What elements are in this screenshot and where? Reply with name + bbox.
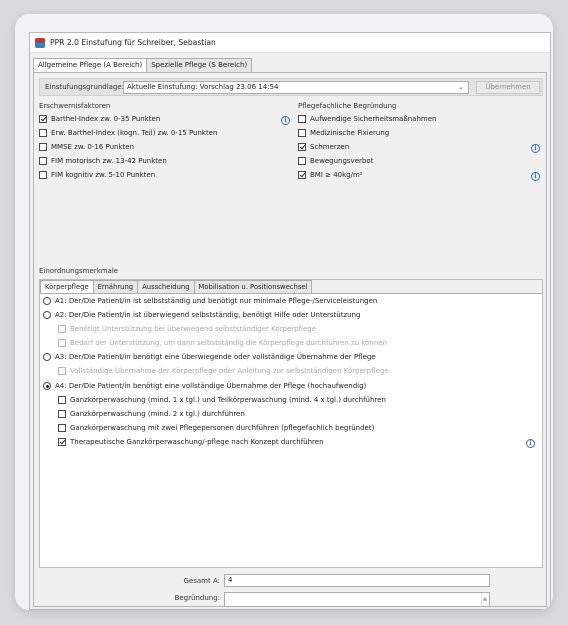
begr-schmerzen-label: Schmerzen [310, 143, 350, 151]
begr-bewegungsverbot-label: Bewegungsverbot [310, 157, 374, 165]
checkbox[interactable] [298, 129, 306, 137]
begruendung-fach-title: Pflegefachliche Begründung [298, 102, 397, 110]
grundlage-select[interactable]: Aktuelle Einstufung: Vorschlag 23.06 14:… [123, 81, 469, 94]
checkbox[interactable] [58, 410, 66, 418]
erschwernis-erw-barthel[interactable]: Erw. Barthel-Index (kogn. Teil) zw. 0-15… [39, 129, 217, 137]
option-a4-sub4-label: Therapeutische Ganzkörperwaschung/-pfleg… [70, 438, 324, 446]
scroll-up-icon[interactable]: ▲ [483, 594, 487, 605]
erschwernis-mmse-label: MMSE zw. 0-16 Punkten [51, 143, 135, 151]
erschwernis-barthel-label: Barthel-Index zw. 0-35 Punkten [51, 115, 161, 123]
begruendung-textarea[interactable]: ▲ [224, 592, 490, 607]
tab-ausscheidung[interactable]: Ausscheidung [137, 280, 195, 293]
checkbox[interactable] [39, 129, 47, 137]
erschwernis-erw-barthel-label: Erw. Barthel-Index (kogn. Teil) zw. 0-15… [51, 129, 218, 137]
radio-button[interactable] [43, 353, 51, 361]
info-icon[interactable]: i [531, 144, 540, 153]
checkbox[interactable] [58, 396, 66, 404]
koerperpflege-panel: A1: Der/Die Patient/in ist selbstständig… [40, 293, 542, 567]
einordnung-title: Einordnungsmerkmale [39, 267, 119, 275]
option-a3-sub1-label: Vollständige Übernahme der Körperpflege … [70, 367, 389, 375]
screenshot-card: PPR 2.0 Einstufung für Schreiber, Sebast… [15, 14, 553, 610]
begr-fixierung[interactable]: Medizinische Fixierung [298, 129, 389, 137]
grundlage-value: Aktuelle Einstufung: Vorschlag 23.06 14:… [127, 83, 279, 91]
option-a4[interactable]: A4: Der/Die Patient/in benötigt eine vol… [43, 382, 366, 390]
erschwernis-barthel[interactable]: Barthel-Index zw. 0-35 Punkten [39, 115, 160, 123]
option-a4-sub1-label: Ganzkörperwaschung (mind. 1 x tgl.) und … [70, 396, 386, 404]
begr-bmi-label: BMI ≥ 40kg/m² [310, 171, 363, 179]
erschwernis-fim-motorisch-label: FIM motorisch zw. 13-42 Punkten [51, 157, 167, 165]
tab-koerperpflege[interactable]: Körperpflege [40, 280, 94, 293]
begr-fixierung-label: Medizinische Fixierung [310, 129, 390, 137]
begr-bewegungsverbot[interactable]: Bewegungsverbot [298, 157, 373, 165]
info-icon[interactable]: i [526, 439, 535, 448]
option-a4-sub2-label: Ganzkörperwaschung (mind. 2 x tgl.) durc… [70, 410, 245, 418]
option-a1[interactable]: A1: Der/Die Patient/in ist selbstständig… [43, 297, 377, 305]
checkbox[interactable] [39, 115, 47, 123]
checkbox[interactable] [298, 115, 306, 123]
gesamt-label: Gesamt A: [183, 577, 220, 585]
checkbox[interactable] [39, 143, 47, 151]
checkbox[interactable] [39, 157, 47, 165]
option-a4-label: A4: Der/Die Patient/in benötigt eine vol… [55, 382, 367, 390]
option-a2-sub1: Benötigt Unterstützung bei überwiegend s… [58, 325, 316, 333]
checkbox[interactable] [298, 171, 306, 179]
checkbox[interactable] [39, 171, 47, 179]
erschwernis-fim-kognitiv-label: FIM kognitiv zw. 5-10 Punkten [51, 171, 156, 179]
info-icon[interactable]: i [281, 116, 290, 125]
window-title: PPR 2.0 Einstufung für Schreiber, Sebast… [50, 38, 216, 47]
option-a2-sub1-label: Benötigt Unterstützung bei überwiegend s… [70, 325, 317, 333]
uebernehmen-button[interactable]: Übernehmen [476, 81, 540, 94]
checkbox [58, 325, 66, 333]
tab-mobilisation[interactable]: Mobilisation u. Positionswechsel [193, 280, 313, 293]
gesamt-field[interactable]: 4 [224, 574, 490, 587]
info-icon[interactable]: i [531, 172, 540, 181]
app-logo-icon [35, 37, 45, 48]
erschwernis-fim-motorisch[interactable]: FIM motorisch zw. 13-42 Punkten [39, 157, 167, 165]
einordnung-tabs: Körperpflege Ernährung Ausscheidung Mobi… [40, 280, 313, 293]
tab-ernaehrung[interactable]: Ernährung [92, 280, 139, 293]
begr-schmerzen[interactable]: Schmerzen [298, 143, 349, 151]
option-a2-sub2: Bedarf der Unterstützung, um dann selbst… [58, 339, 387, 347]
chevron-down-icon[interactable]: ⌄ [458, 82, 464, 93]
option-a4-sub1[interactable]: Ganzkörperwaschung (mind. 1 x tgl.) und … [58, 396, 386, 404]
grundlage-row: Einstufungsgrundlage: Aktuelle Einstufun… [39, 78, 543, 96]
scrollbar[interactable]: ▲ [481, 593, 489, 606]
option-a2[interactable]: A2: Der/Die Patient/in ist überwiegend s… [43, 311, 360, 319]
radio-button[interactable] [43, 311, 51, 319]
erschwernis-fim-kognitiv[interactable]: FIM kognitiv zw. 5-10 Punkten [39, 171, 155, 179]
checkbox[interactable] [58, 424, 66, 432]
main-tabs: Allgemeine Pflege (A Bereich) Spezielle … [30, 53, 550, 73]
checkbox[interactable] [298, 157, 306, 165]
option-a2-sub2-label: Bedarf der Unterstützung, um dann selbst… [70, 339, 388, 347]
checkbox [58, 367, 66, 375]
tab-spezielle-pflege[interactable]: Spezielle Pflege (S Bereich) [146, 58, 253, 72]
begr-sicherheit-label: Aufwendige Sicherheitsmaßnahmen [310, 115, 437, 123]
option-a1-label: A1: Der/Die Patient/in ist selbstständig… [55, 297, 378, 305]
option-a3[interactable]: A3: Der/Die Patient/in benötigt eine übe… [43, 353, 376, 361]
option-a2-label: A2: Der/Die Patient/in ist überwiegend s… [55, 311, 361, 319]
option-a3-label: A3: Der/Die Patient/in benötigt eine übe… [55, 353, 376, 361]
einordnung-group: Körperpflege Ernährung Ausscheidung Mobi… [39, 279, 543, 568]
option-a3-sub1: Vollständige Übernahme der Körperpflege … [58, 367, 389, 375]
tab-panel-allgemeine-pflege: Einstufungsgrundlage: Aktuelle Einstufun… [33, 72, 547, 607]
begr-sicherheit[interactable]: Aufwendige Sicherheitsmaßnahmen [298, 115, 436, 123]
tab-allgemeine-pflege[interactable]: Allgemeine Pflege (A Bereich) [33, 58, 148, 73]
begr-bmi[interactable]: BMI ≥ 40kg/m² [298, 171, 363, 179]
checkbox[interactable] [58, 438, 66, 446]
erschwernis-mmse[interactable]: MMSE zw. 0-16 Punkten [39, 143, 134, 151]
option-a4-sub3-label: Ganzkörperwaschung mit zwei Pflegeperson… [70, 424, 375, 432]
radio-button[interactable] [43, 382, 51, 390]
checkbox[interactable] [298, 143, 306, 151]
checkbox [58, 339, 66, 347]
radio-button[interactable] [43, 297, 51, 305]
erschwernis-title: Erschwernisfaktoren [39, 102, 111, 110]
title-bar: PPR 2.0 Einstufung für Schreiber, Sebast… [30, 33, 550, 53]
begruendung-label: Begründung: [174, 594, 220, 602]
dialog-window: PPR 2.0 Einstufung für Schreiber, Sebast… [29, 32, 551, 610]
grundlage-label: Einstufungsgrundlage: [45, 83, 125, 91]
option-a4-sub3[interactable]: Ganzkörperwaschung mit zwei Pflegeperson… [58, 424, 374, 432]
option-a4-sub2[interactable]: Ganzkörperwaschung (mind. 2 x tgl.) durc… [58, 410, 245, 418]
option-a4-sub4[interactable]: Therapeutische Ganzkörperwaschung/-pfleg… [58, 438, 324, 446]
